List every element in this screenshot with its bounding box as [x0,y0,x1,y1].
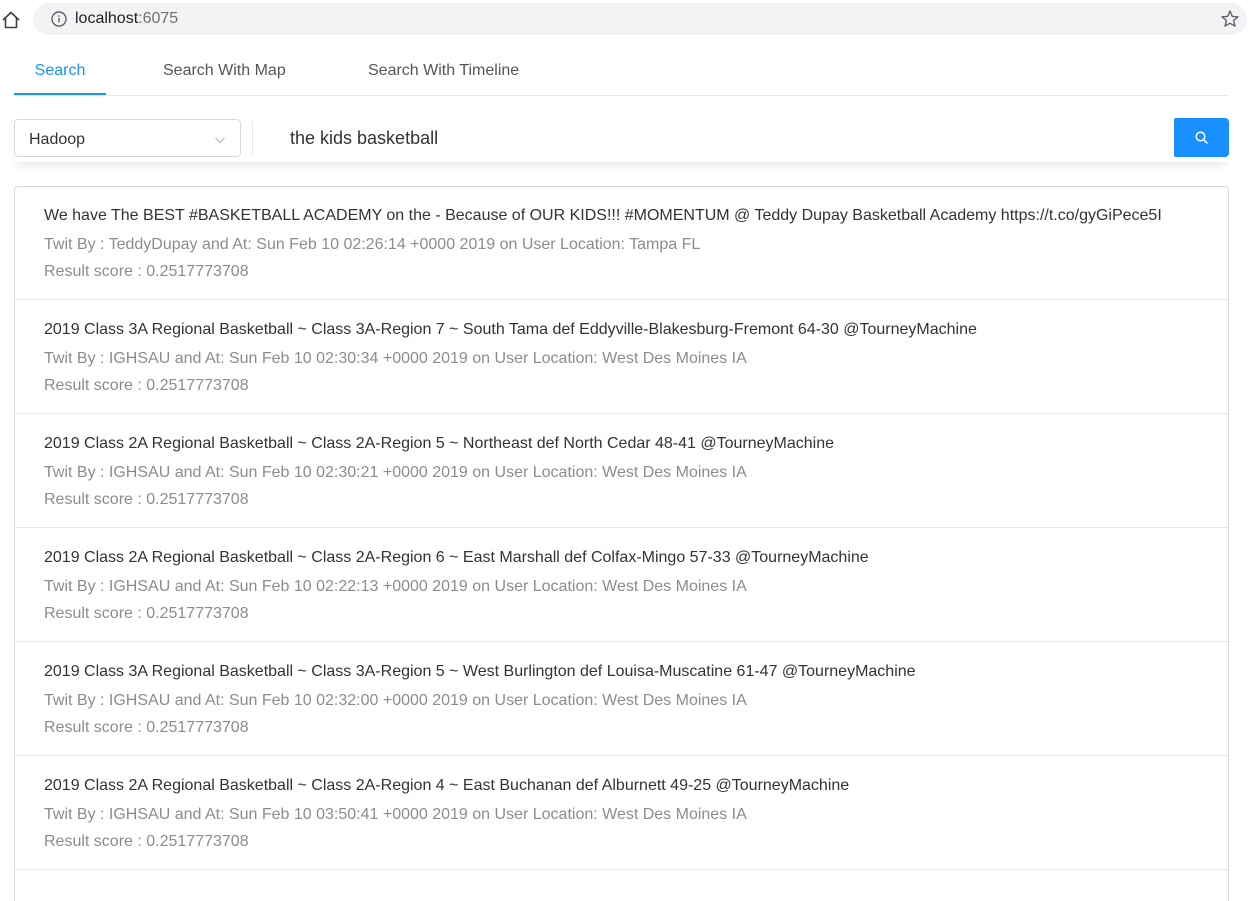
result-meta: Twit By : TeddyDupay and At: Sun Feb 10 … [44,236,701,253]
result-meta: Twit By : IGHSAU and At: Sun Feb 10 03:5… [44,806,747,823]
result-meta: Twit By : IGHSAU and At: Sun Feb 10 02:3… [44,350,747,367]
result-meta: Twit By : IGHSAU and At: Sun Feb 10 02:3… [44,464,747,481]
chevron-down-icon [214,133,226,145]
search-icon [1195,131,1208,144]
result-text: 2019 Class 2A Regional Basketball ~ Clas… [44,435,835,452]
url-text[interactable]: localhost:6075 [75,9,178,29]
result-item[interactable]: 2019 Class 2A Regional Basketball ~ Clas… [15,528,1228,642]
engine-select-value: Hadoop [29,131,86,148]
engine-select[interactable]: Hadoop [14,119,241,157]
result-score: Result score : 0.2517773708 [44,833,249,850]
bookmark-star-icon[interactable] [1220,9,1240,29]
result-item[interactable]: 2019 Class 2A Regional Basketball ~ Clas… [15,756,1228,870]
result-text: We have The BEST #BASKETBALL ACADEMY on … [44,207,1162,224]
result-item[interactable]: 2019 Class 2A Regional Basketball ~ Clas… [15,414,1228,528]
search-bar: Hadoop [14,112,1229,162]
browser-address-bar: localhost:6075 [0,0,1251,40]
url-port: :6075 [138,10,179,27]
result-score: Result score : 0.2517773708 [44,605,249,622]
tab-bar: Search Search With Map Search With Timel… [14,48,1229,96]
result-text: 2019 Class 3A Regional Basketball ~ Clas… [44,663,916,680]
tab-search-with-map[interactable]: Search With Map [163,48,286,95]
result-meta: Twit By : IGHSAU and At: Sun Feb 10 02:2… [44,578,747,595]
active-tab-indicator [14,93,106,95]
search-button[interactable] [1174,118,1229,157]
search-divider [252,121,253,155]
result-score: Result score : 0.2517773708 [44,491,249,508]
result-score: Result score : 0.2517773708 [44,263,249,280]
home-icon[interactable] [0,9,22,31]
result-score: Result score : 0.2517773708 [44,719,249,736]
result-text: 2019 Class 2A Regional Basketball ~ Clas… [44,777,850,794]
result-meta: Twit By : IGHSAU and At: Sun Feb 10 02:3… [44,692,747,709]
result-item[interactable]: 2019 Class 3A Regional Basketball ~ Clas… [15,642,1228,756]
search-input[interactable] [276,121,1166,155]
search-app: Search Search With Map Search With Timel… [14,40,1229,901]
results-list: We have The BEST #BASKETBALL ACADEMY on … [14,186,1229,901]
url-host: localhost [75,10,139,27]
result-score: Result score : 0.2517773708 [44,377,249,394]
tab-search[interactable]: Search [14,48,106,95]
tab-search-with-timeline[interactable]: Search With Timeline [368,48,519,95]
url-bar[interactable] [33,3,1247,35]
result-item[interactable]: 2019 Class 3A Regional Basketball ~ Clas… [15,300,1228,414]
info-icon[interactable] [51,11,67,27]
result-item[interactable]: We have The BEST #BASKETBALL ACADEMY on … [15,187,1228,300]
result-text: 2019 Class 2A Regional Basketball ~ Clas… [44,549,869,566]
result-text: 2019 Class 3A Regional Basketball ~ Clas… [44,321,977,338]
